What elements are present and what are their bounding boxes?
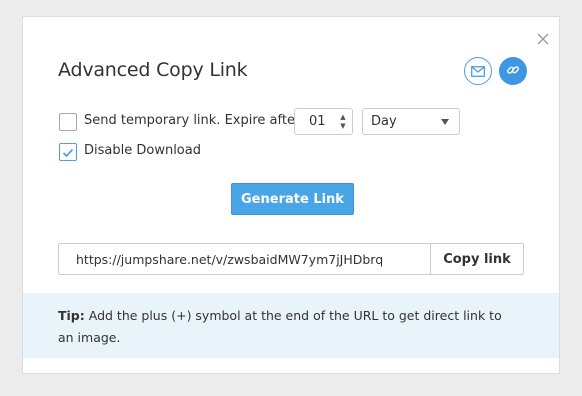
- close-icon[interactable]: [535, 31, 551, 47]
- expire-duration-stepper[interactable]: 01 ▲ ▼: [294, 108, 353, 135]
- stepper-down-icon[interactable]: ▼: [338, 122, 348, 130]
- advanced-copy-link-dialog: Advanced Copy Link Send temporary link. …: [22, 16, 560, 374]
- tip-message: Add the plus (+) symbol at the end of th…: [58, 308, 502, 345]
- generate-link-button[interactable]: Generate Link: [231, 183, 354, 215]
- temporary-link-checkbox[interactable]: [59, 113, 77, 131]
- tip-text: Tip: Add the plus (+) symbol at the end …: [58, 305, 508, 349]
- copy-link-button[interactable]: Copy link: [430, 243, 524, 275]
- disable-download-label: Disable Download: [84, 143, 201, 158]
- tip-panel: Tip: Add the plus (+) symbol at the end …: [23, 293, 559, 358]
- expire-unit-select[interactable]: Day: [362, 108, 460, 135]
- disable-download-checkbox[interactable]: [59, 143, 77, 161]
- email-share-button[interactable]: [464, 57, 492, 85]
- chain-link-icon: [506, 62, 520, 81]
- expire-unit-value: Day: [371, 114, 397, 129]
- dialog-title: Advanced Copy Link: [58, 59, 248, 81]
- tip-label: Tip:: [58, 308, 85, 323]
- copy-link-share-button[interactable]: [499, 57, 527, 85]
- envelope-icon: [471, 62, 485, 81]
- checkmark-icon: [62, 143, 74, 162]
- temporary-link-label: Send temporary link. Expire after: [84, 113, 301, 128]
- caret-down-icon: [441, 119, 449, 125]
- stepper-up-icon[interactable]: ▲: [338, 113, 348, 121]
- share-url-input[interactable]: [58, 243, 431, 275]
- expire-duration-value: 01: [309, 114, 326, 129]
